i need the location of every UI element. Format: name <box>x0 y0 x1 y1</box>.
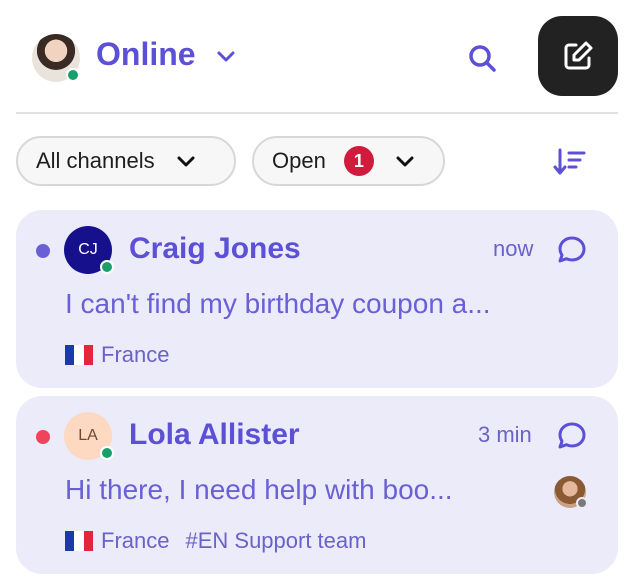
search-icon[interactable] <box>466 42 498 74</box>
contact-name: Craig Jones <box>129 232 301 265</box>
header-divider <box>16 112 618 114</box>
message-time: now <box>493 236 534 261</box>
assignee-status-dot <box>576 497 588 509</box>
chevron-down-icon[interactable] <box>214 44 238 68</box>
online-status-dot <box>66 68 80 82</box>
compose-button[interactable] <box>538 16 618 96</box>
message-time: 3 min <box>478 422 532 447</box>
chevron-down-icon <box>396 156 414 167</box>
online-status-dot <box>100 446 114 460</box>
conversation-card[interactable]: LA Lola Allister 3 min Hi there, I need … <box>16 396 618 574</box>
channels-filter-label: All channels <box>36 148 155 173</box>
channels-filter[interactable]: All channels <box>16 136 236 186</box>
open-count-badge: 1 <box>343 146 374 176</box>
country-label: France <box>101 528 170 553</box>
conversation-meta: France <box>65 342 169 368</box>
chat-bubble-icon <box>558 422 586 449</box>
contact-name: Lola Allister <box>129 418 300 451</box>
team-label: #EN Support team <box>185 528 367 553</box>
sort-icon[interactable] <box>552 146 588 178</box>
unread-indicator <box>36 244 50 258</box>
status-filter[interactable]: Open 1 <box>252 136 445 186</box>
chat-bubble-icon <box>558 236 586 263</box>
unread-indicator <box>36 430 50 444</box>
message-preview: I can't find my birthday coupon a... <box>65 288 491 319</box>
status-filter-label: Open <box>272 148 326 173</box>
country-label: France <box>101 342 170 367</box>
header: Online <box>0 0 634 112</box>
conversation-card[interactable]: CJ Craig Jones now I can't find my birth… <box>16 210 618 388</box>
france-flag-icon <box>65 531 93 551</box>
chevron-down-icon <box>177 156 195 167</box>
online-status-dot <box>100 260 114 274</box>
status-dropdown-label[interactable]: Online <box>96 36 196 73</box>
compose-icon <box>564 41 593 70</box>
conversation-meta: France #EN Support team <box>65 528 366 554</box>
france-flag-icon <box>65 345 93 365</box>
message-preview: Hi there, I need help with boo... <box>65 474 453 505</box>
